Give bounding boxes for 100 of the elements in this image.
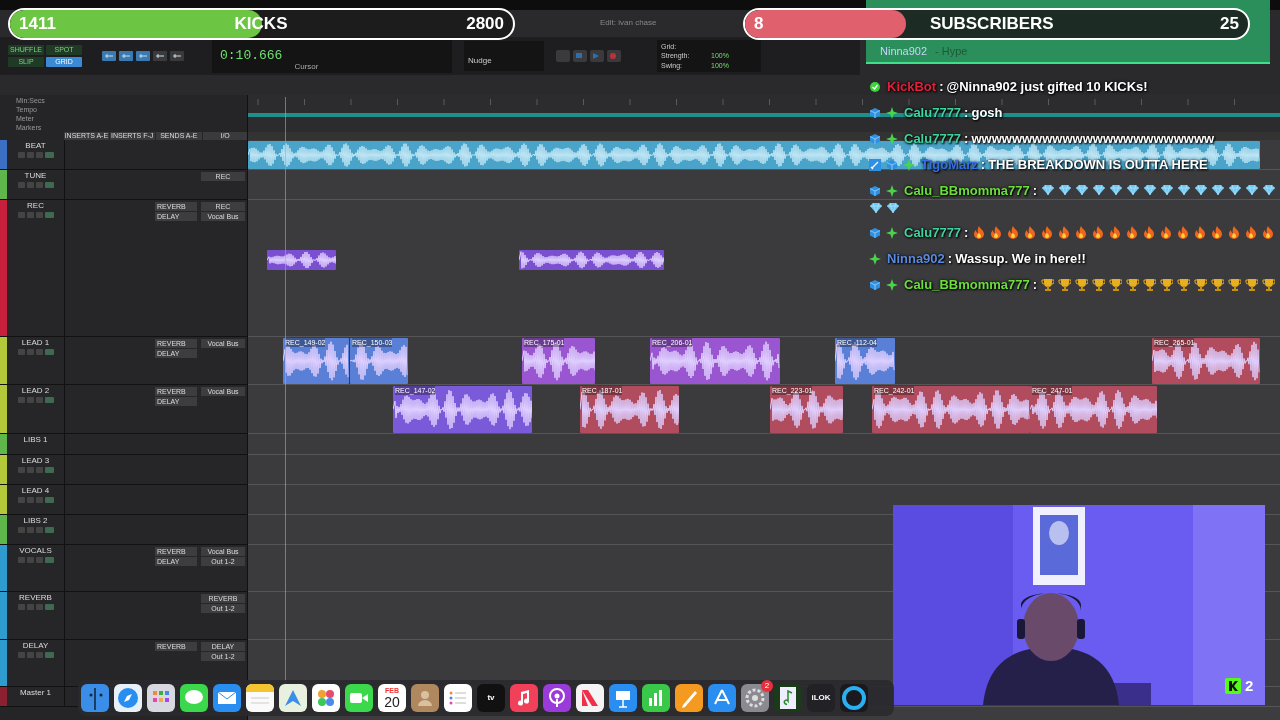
track-buttons-drawing (17, 397, 54, 403)
chat-separator: : (1032, 182, 1038, 200)
fire-emote-icon (988, 225, 1003, 241)
track-buttons-drawing (17, 527, 54, 533)
tool-icon (136, 51, 150, 61)
chat-message: Wassup. We in here!! (955, 250, 1086, 268)
tool-icon (119, 51, 133, 61)
tv-icon[interactable]: tv (477, 684, 505, 712)
cube-icon (868, 226, 882, 240)
bar-chart-icon[interactable] (642, 684, 670, 712)
trophy-emote-icon (1142, 277, 1157, 293)
trophy-emote-icon (1125, 277, 1140, 293)
fire-emote-icon (971, 225, 986, 241)
chat-message: @Ninna902 just gifted 10 KICKs! (946, 78, 1148, 96)
newspaper-icon[interactable] (576, 684, 604, 712)
transport-icon (607, 50, 621, 62)
chat-separator: : (964, 224, 969, 242)
main-counter: 0:10.666 (220, 47, 283, 66)
sparkle-icon (902, 158, 916, 172)
chat-username[interactable]: Calu7777 (904, 103, 962, 123)
flower-icon[interactable] (312, 684, 340, 712)
speech-bubble-icon[interactable] (180, 684, 208, 712)
track-name: Master 1 (19, 688, 52, 698)
viewer-count: 2 (1245, 676, 1254, 696)
track-buttons-drawing (17, 152, 54, 158)
cube-icon (868, 278, 882, 292)
transport-icon (590, 50, 604, 62)
track-name: LIBS 2 (23, 516, 48, 526)
calendar-day: 20 (384, 694, 400, 710)
chat-username[interactable]: Calu7777 (904, 223, 962, 243)
app-store-icon[interactable] (708, 684, 736, 712)
trophy-emote-icon (1227, 277, 1242, 293)
trophy-emote-icon (1176, 277, 1191, 293)
podcast-icon[interactable] (543, 684, 571, 712)
lectern-icon[interactable] (609, 684, 637, 712)
fire-emote-icon (1175, 225, 1190, 241)
tool-icon (102, 51, 116, 61)
app-grid-icon[interactable] (147, 684, 175, 712)
fire-emote-icon (1209, 225, 1224, 241)
fire-emote-icon (1260, 225, 1275, 241)
fire-emote-icon (1039, 225, 1054, 241)
envelope-icon[interactable] (213, 684, 241, 712)
chat-username[interactable]: Calu_BBmomma777 (904, 181, 1030, 201)
address-book-icon[interactable] (411, 684, 439, 712)
goal-current: 1411 (19, 13, 56, 36)
chat-separator: : (1032, 276, 1038, 294)
notification-badge: 2 (761, 680, 773, 692)
trophy-emote-icon (1261, 277, 1276, 293)
track-buttons-drawing (17, 557, 54, 563)
track-buttons-drawing (17, 467, 54, 473)
trophy-emote-icon (1057, 277, 1072, 293)
tool-icon (153, 51, 167, 61)
sparkle-icon (885, 184, 899, 198)
cursor-label: Cursor (294, 61, 319, 73)
checklist-icon[interactable] (444, 684, 472, 712)
sparkle-icon (885, 278, 899, 292)
track-name: LEAD 3 (21, 456, 50, 466)
music-note-icon[interactable] (510, 684, 538, 712)
audio-clip[interactable] (267, 250, 336, 270)
transport-icon (556, 50, 570, 62)
app-icon-label: iLOK (811, 692, 831, 704)
finder-face-icon[interactable] (81, 684, 109, 712)
fire-emote-icon (1090, 225, 1105, 241)
ilok-icon[interactable]: iLOK (807, 684, 835, 712)
sword-icon (868, 158, 882, 172)
fire-emote-icon (1022, 225, 1037, 241)
track-name: DELAY (22, 641, 49, 651)
audio-clip[interactable] (519, 250, 664, 270)
chat-separator: : (939, 78, 944, 96)
cube-icon (868, 106, 882, 120)
track-buttons-drawing (17, 182, 54, 188)
trophy-emote-icon (1091, 277, 1106, 293)
track-name: LEAD 1 (21, 338, 50, 348)
sparkle-icon (885, 226, 899, 240)
gear-icon[interactable] (741, 684, 769, 712)
fire-emote-icon (1192, 225, 1207, 241)
chat-separator: : (964, 104, 969, 122)
fire-emote-icon (1158, 225, 1173, 241)
fire-emote-icon (1005, 225, 1020, 241)
track-buttons-drawing (17, 349, 54, 355)
cube-icon (868, 184, 882, 198)
fire-emote-icon (1107, 225, 1122, 241)
track-buttons-drawing (17, 604, 54, 610)
sparkle-icon (868, 252, 882, 266)
track-name: REC (27, 201, 44, 211)
tool-icon (170, 51, 184, 61)
hype-username: Ninna902 (880, 44, 928, 59)
chat-username[interactable]: Calu_BBmomma777 (904, 275, 1030, 295)
goal-current: 8 (754, 13, 764, 36)
sparkle-icon (885, 106, 899, 120)
video-camera-icon[interactable] (345, 684, 373, 712)
track-buttons-drawing (17, 652, 54, 658)
trophy-emote-icon (1193, 277, 1208, 293)
compass-icon[interactable] (114, 684, 142, 712)
music-sheet-icon[interactable] (774, 684, 802, 712)
notepad-icon[interactable] (246, 684, 274, 712)
track-name: LEAD 4 (21, 486, 50, 496)
trophy-emote-icon (1074, 277, 1089, 293)
ring-icon[interactable] (840, 684, 868, 712)
pen-icon[interactable] (675, 684, 703, 712)
